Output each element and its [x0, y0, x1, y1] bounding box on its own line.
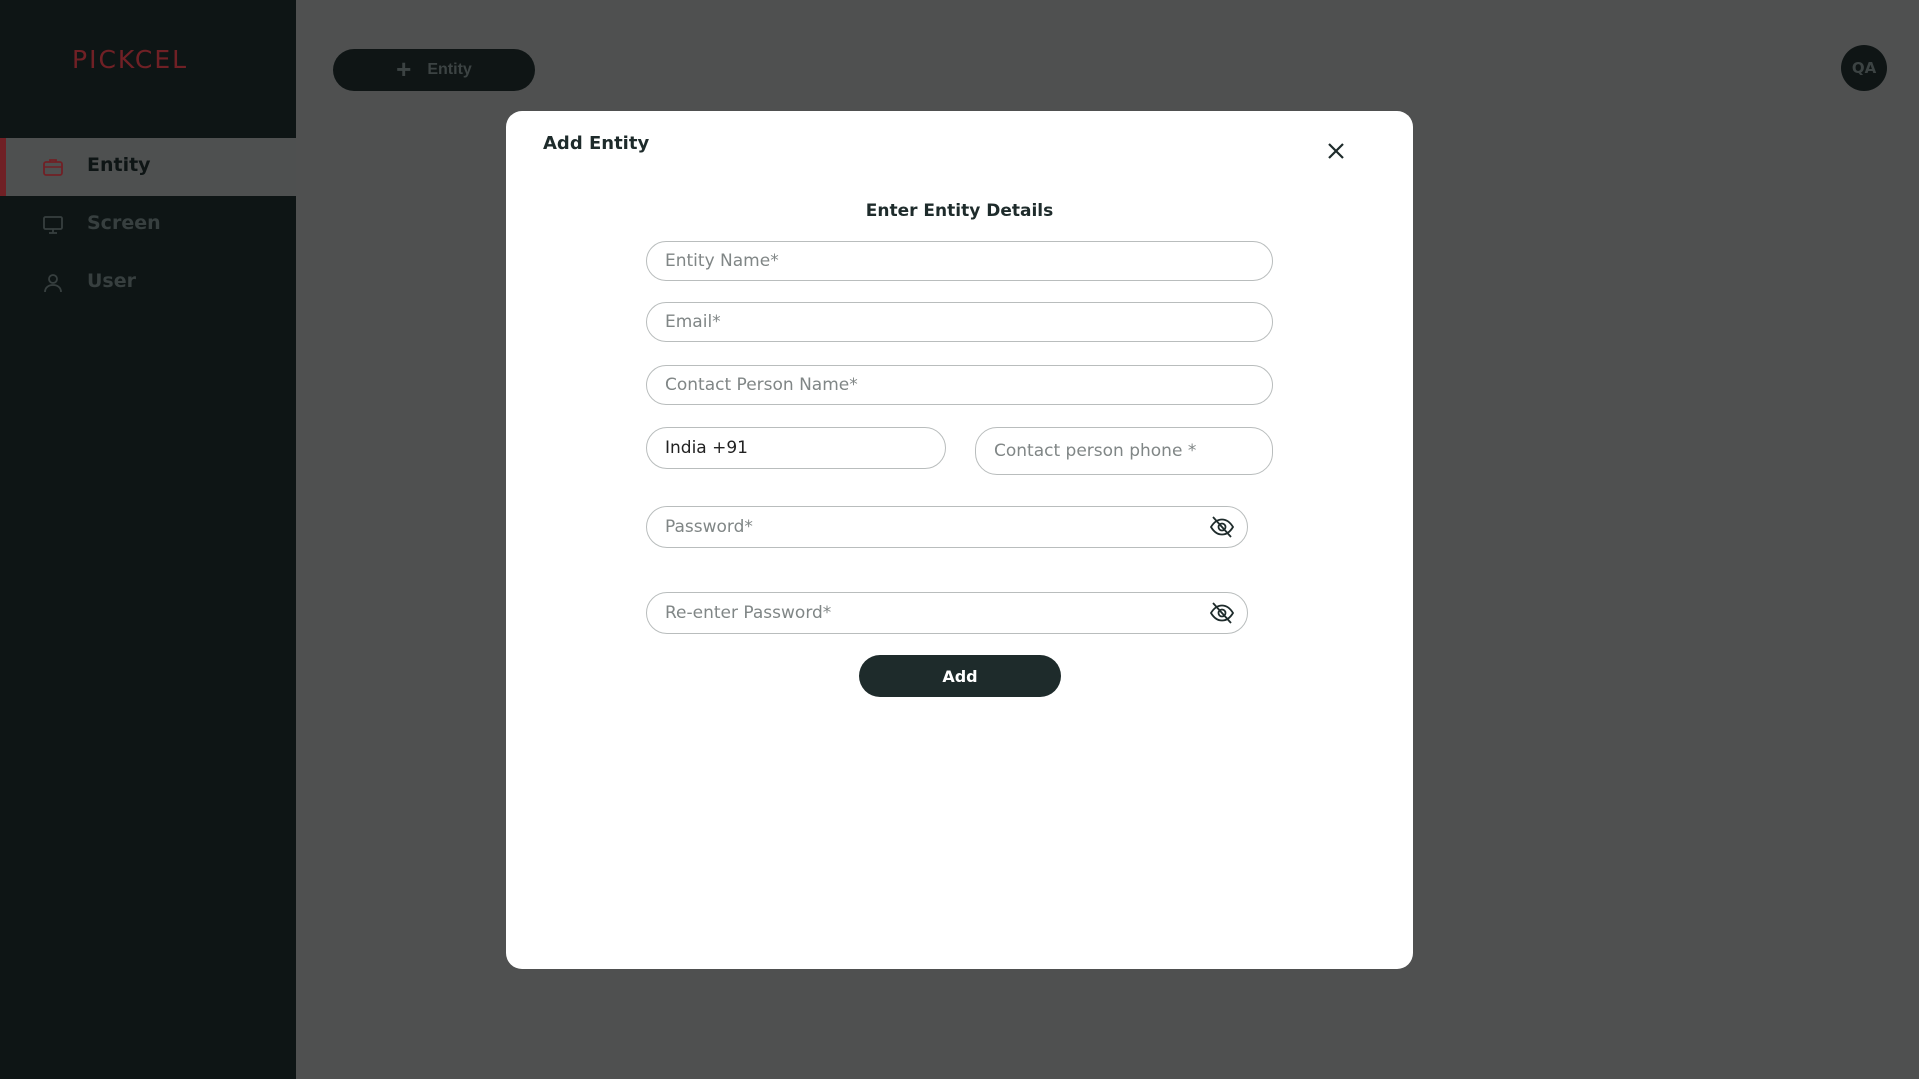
- password-field: [646, 506, 1248, 548]
- add-entity-modal: Add Entity Enter Entity Details India +9…: [506, 111, 1413, 969]
- eye-off-icon[interactable]: [1209, 601, 1235, 625]
- close-icon: [1328, 143, 1344, 159]
- email-input[interactable]: [646, 302, 1273, 342]
- entity-name-input[interactable]: [646, 241, 1273, 281]
- section-title: Enter Entity Details: [865, 201, 1054, 221]
- reenter-password-input[interactable]: [647, 593, 1187, 633]
- close-button[interactable]: [1320, 135, 1352, 167]
- contact-person-input[interactable]: [646, 365, 1273, 405]
- reenter-password-field: [646, 592, 1248, 634]
- country-code-value: India +91: [665, 438, 748, 458]
- password-input[interactable]: [647, 507, 1187, 547]
- contact-phone-input[interactable]: [975, 427, 1273, 475]
- add-submit-button[interactable]: Add: [859, 655, 1061, 697]
- eye-off-icon[interactable]: [1209, 515, 1235, 539]
- country-code-select[interactable]: India +91: [646, 427, 946, 469]
- modal-title: Add Entity: [543, 133, 650, 154]
